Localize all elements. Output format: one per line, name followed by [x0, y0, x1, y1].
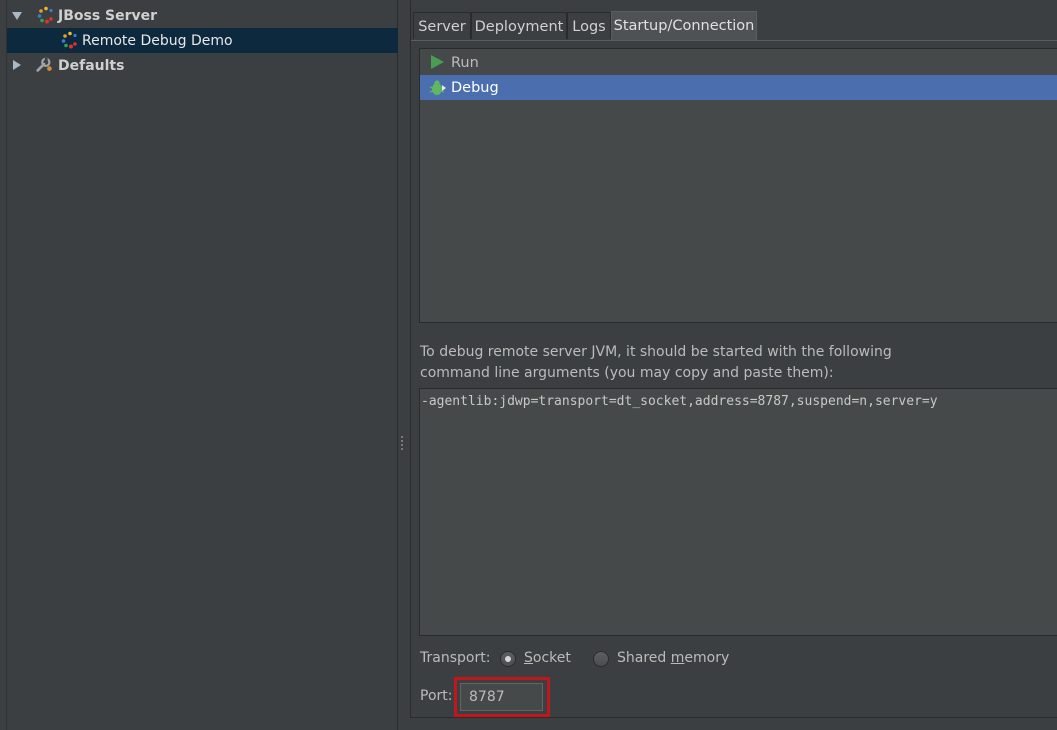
debug-icon: [429, 80, 446, 95]
shared-memory-radio-label[interactable]: Shared memory: [617, 650, 729, 666]
wrench-icon: [36, 57, 52, 72]
chevron-right-icon[interactable]: [13, 60, 21, 70]
run-icon: [431, 55, 444, 69]
list-item-label: Debug: [451, 79, 499, 96]
configuration-tree-panel: JBoss Server Remote Debug Demo Defaults: [0, 0, 398, 730]
tree-item-defaults[interactable]: Defaults: [7, 53, 398, 78]
hint-line-1: To debug remote server JVM, it should be…: [420, 344, 892, 360]
tab-label: Logs: [572, 19, 606, 35]
configuration-tree: JBoss Server Remote Debug Demo Defaults: [6, 0, 399, 730]
tree-item-label: Remote Debug Demo: [82, 32, 233, 49]
tree-item-label: JBoss Server: [58, 7, 158, 24]
mnemonic: m: [670, 650, 685, 666]
chevron-down-icon[interactable]: [12, 12, 22, 20]
jboss-icon: [61, 31, 77, 49]
port-label: Port:: [420, 688, 453, 704]
list-item-label: Run: [451, 54, 479, 71]
command-line-args-textarea[interactable]: -agentlib:jdwp=transport=dt_socket,addre…: [419, 388, 1057, 636]
socket-radio[interactable]: [500, 651, 516, 667]
tab-logs[interactable]: Logs: [567, 12, 611, 39]
radio-selected-dot: [505, 656, 511, 662]
tab-label: Deployment: [474, 19, 564, 35]
list-item-debug[interactable]: Debug: [420, 75, 1057, 100]
tab-label: Startup/Connection: [613, 18, 755, 34]
tree-item-remote-debug-demo[interactable]: Remote Debug Demo: [7, 28, 398, 53]
tab-bar: Server Deployment Logs Startup/Connectio…: [411, 11, 1057, 41]
hint-line-2: command line arguments (you may copy and…: [420, 365, 834, 381]
socket-radio-label[interactable]: Socket: [524, 650, 571, 666]
tab-label: Server: [418, 19, 466, 35]
tree-item-jboss-server[interactable]: JBoss Server: [7, 3, 398, 28]
command-line-args-text: -agentlib:jdwp=transport=dt_socket,addre…: [421, 394, 938, 409]
mode-list: Run Debug: [419, 48, 1057, 323]
splitter-handle[interactable]: [400, 436, 404, 454]
run-configuration-dialog: JBoss Server Remote Debug Demo Defaults …: [0, 0, 1057, 730]
port-input[interactable]: [460, 683, 543, 711]
shared-memory-radio[interactable]: [593, 651, 609, 667]
tab-startup-connection[interactable]: Startup/Connection: [611, 11, 757, 40]
tab-server[interactable]: Server: [413, 12, 471, 39]
tree-item-label: Defaults: [58, 57, 125, 74]
transport-label: Transport:: [420, 650, 491, 666]
configuration-editor-panel: Server Deployment Logs Startup/Connectio…: [410, 0, 1057, 718]
list-item-run[interactable]: Run: [420, 50, 1057, 75]
tab-deployment[interactable]: Deployment: [471, 12, 567, 39]
jboss-icon: [37, 6, 53, 24]
mnemonic: S: [524, 650, 533, 666]
